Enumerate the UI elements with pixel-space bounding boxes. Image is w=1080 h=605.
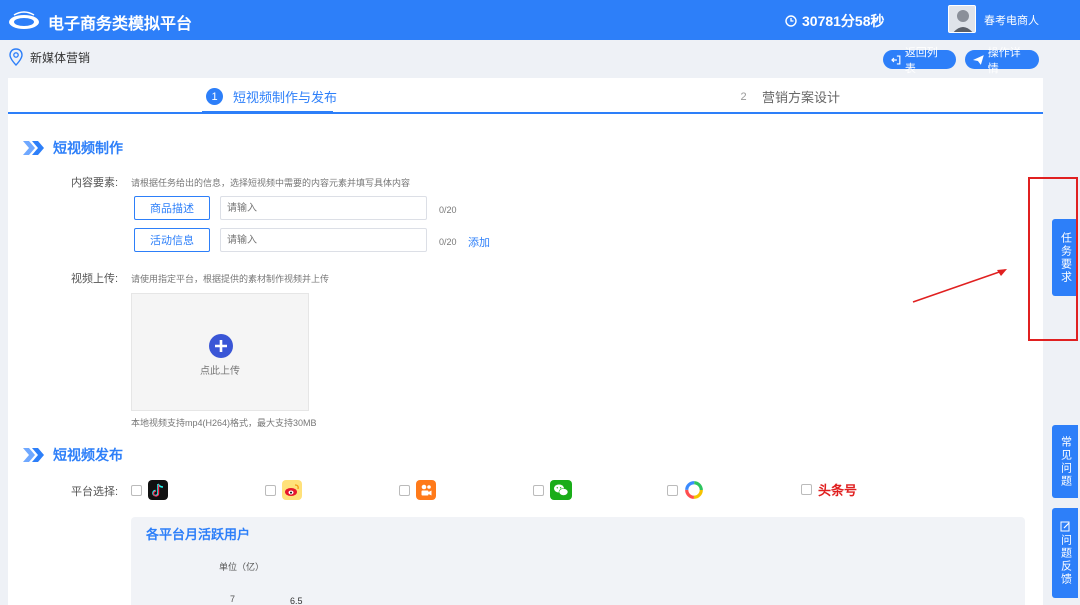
faq-tab[interactable]: 常见问题 [1052, 425, 1078, 498]
user-avatar[interactable] [948, 5, 976, 33]
content-elements-label: 内容要素: [71, 177, 119, 189]
product-description-input[interactable] [220, 196, 427, 220]
activity-info-counter: 0/20 [439, 237, 457, 247]
bar-data-label: 6.5 [290, 596, 303, 605]
product-description-tag-button[interactable]: 商品描述 [134, 196, 210, 220]
location-pin-icon [9, 48, 23, 66]
platform-option-kuaishou[interactable] [399, 480, 436, 500]
ring-platform-checkbox[interactable] [667, 484, 678, 496]
platform-option-ring[interactable] [667, 480, 704, 500]
tab-step-2[interactable]: 2 营销方案设计 [735, 87, 840, 106]
add-element-link[interactable]: 添加 [468, 234, 490, 250]
operation-details-button[interactable]: 操作详情 [965, 47, 1039, 75]
annotation-arrow [912, 269, 1007, 303]
feedback-label: 问题反馈 [1059, 533, 1072, 586]
countdown-timer: 30781分58秒 [785, 11, 885, 31]
breadcrumb-label: 新媒体营销 [30, 50, 91, 65]
user-silhouette-icon [953, 10, 973, 32]
ring-icon [684, 480, 704, 500]
publish-section-title: 短视频发布 [23, 445, 123, 465]
upload-button-label: 点此上传 [200, 366, 240, 377]
douyin-checkbox[interactable] [131, 484, 142, 496]
chart-ylabel: 单位（亿） [219, 561, 264, 572]
highlight-frame [1028, 177, 1078, 341]
double-chevron-icon [23, 141, 44, 155]
exit-icon [891, 54, 901, 65]
y-tick-7: 7 [230, 594, 235, 604]
content-elements-hint: 请根据任务给出的信息，选择短视频中需要的内容元素并填写具体内容 [131, 178, 411, 188]
breadcrumb: 新媒体营销 [8, 48, 90, 66]
top-bar: 电子商务类模拟平台 30781分58秒 春考电商人 [0, 0, 1080, 40]
faq-label: 常见问题 [1059, 435, 1072, 488]
timer-text: 30781分58秒 [802, 13, 885, 29]
video-upload-label: 视频上传: [71, 273, 119, 285]
platform-option-weibo[interactable] [265, 480, 302, 500]
video-upload-hint: 请使用指定平台，根据提供的素材制作视频并上传 [131, 274, 330, 284]
username[interactable]: 春考电商人 [984, 12, 1039, 28]
platform-select-label: 平台选择: [71, 486, 119, 498]
chart-title: 各平台月活跃用户 [146, 527, 251, 542]
double-chevron-icon [23, 448, 44, 462]
step-1-number: 1 [206, 88, 223, 105]
production-section-title: 短视频制作 [23, 138, 123, 158]
monthly-active-users-chart: 各平台月活跃用户 单位（亿） 7 6.5 [131, 517, 1025, 605]
active-tab-indicator [202, 111, 333, 114]
activity-info-input[interactable] [220, 228, 427, 252]
step-2-number: 2 [740, 90, 747, 103]
wechat-checkbox[interactable] [533, 484, 544, 496]
step-2-label: 营销方案设计 [762, 90, 841, 105]
douyin-icon [148, 480, 168, 500]
video-upload-area[interactable]: 点此上传 [131, 293, 309, 411]
chart-plot: 单位（亿） 7 6.5 [219, 561, 303, 605]
operation-details-label: 操作详情 [987, 46, 1021, 75]
feedback-tab[interactable]: 问题反馈 [1052, 508, 1078, 598]
back-to-list-button[interactable]: 返回列表 [883, 47, 956, 75]
step-1-label: 短视频制作与发布 [233, 90, 338, 105]
tab-step-1[interactable]: 1 短视频制作与发布 [206, 87, 337, 106]
app-title: 电子商务类模拟平台 [48, 16, 193, 33]
plus-icon [209, 334, 233, 358]
activity-info-tag-button[interactable]: 活动信息 [134, 228, 210, 252]
main-panel: 1 短视频制作与发布 2 营销方案设计 短视频制作 内容要素: 请根据任务给出的… [8, 78, 1043, 605]
edit-icon [1060, 521, 1069, 531]
platform-option-toutiao[interactable]: 头条号 [801, 480, 857, 499]
production-title-text: 短视频制作 [53, 140, 123, 156]
platform-option-douyin[interactable] [131, 480, 168, 500]
platform-logo [9, 11, 39, 29]
kuaishou-icon [416, 480, 436, 500]
weibo-checkbox[interactable] [265, 484, 276, 496]
product-description-counter: 0/20 [439, 205, 457, 215]
step-tabs: 1 短视频制作与发布 2 营销方案设计 [8, 78, 1043, 114]
kuaishou-checkbox[interactable] [399, 484, 410, 496]
toutiao-checkbox[interactable] [801, 484, 812, 495]
upload-format-note: 本地视频支持mp4(H264)格式，最大支持30MB [131, 418, 317, 428]
platform-option-wechat-channels[interactable] [533, 480, 572, 500]
toutiao-icon: 头条号 [818, 483, 858, 498]
back-to-list-label: 返回列表 [904, 46, 938, 75]
wechat-icon [550, 480, 572, 500]
weibo-icon [282, 480, 302, 500]
send-icon [973, 54, 984, 65]
publish-title-text: 短视频发布 [53, 447, 123, 463]
clock-icon [785, 15, 797, 27]
